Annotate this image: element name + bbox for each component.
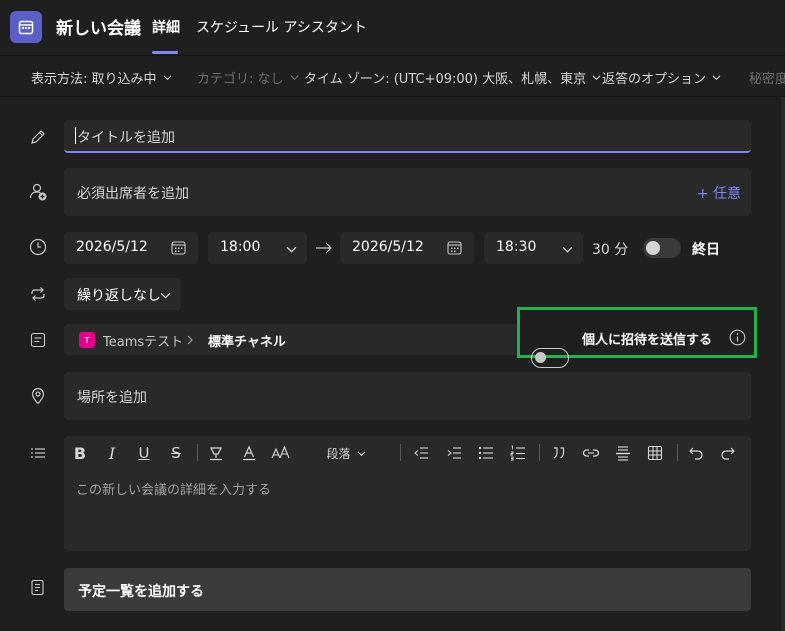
team-name: Teamsテスト — [103, 335, 184, 350]
team-avatar: T — [79, 332, 95, 348]
all-day-label: 終日 — [692, 242, 720, 258]
attendees-input[interactable]: 必須出席者を追加 + 任意 — [64, 168, 751, 216]
font-color-icon[interactable] — [239, 441, 259, 465]
calendar-icon — [447, 241, 462, 255]
quote-icon[interactable] — [549, 441, 569, 465]
redo-icon[interactable] — [718, 441, 738, 465]
start-date-picker[interactable]: 2026/5/12 — [64, 232, 198, 264]
chevron-down-icon — [712, 75, 721, 81]
end-date-picker[interactable]: 2026/5/12 — [340, 232, 474, 264]
title-placeholder: タイトルを追加 — [77, 130, 175, 146]
toolbar-divider — [539, 444, 540, 461]
location-placeholder: 場所を追加 — [77, 390, 147, 406]
channel-icon — [28, 330, 48, 350]
timezone-label: タイム ゾーン: (UTC+09:00) 大阪、札幌、東京 — [304, 72, 587, 87]
active-tab-indicator — [152, 51, 178, 54]
page-title: 新しい会議 — [56, 19, 141, 39]
increase-indent-icon[interactable] — [444, 441, 464, 465]
chevron-down-icon — [562, 246, 573, 253]
paragraph-style-dropdown[interactable]: 段落 — [318, 441, 374, 465]
undo-icon[interactable] — [686, 441, 706, 465]
clock-icon — [28, 237, 48, 257]
response-options-label: 返答のオプション — [602, 72, 707, 87]
horizontal-rule-icon[interactable] — [613, 441, 633, 465]
toolbar-divider — [677, 444, 678, 461]
end-date-value: 2026/5/12 — [352, 239, 424, 255]
link-icon[interactable] — [581, 441, 601, 465]
timezone-dropdown[interactable]: タイム ゾーン: (UTC+09:00) 大阪、札幌、東京 — [304, 68, 601, 87]
details-placeholder: この新しい会議の詳細を入力する — [76, 483, 272, 498]
attendees-placeholder: 必須出席者を追加 — [77, 186, 189, 202]
add-agenda-label: 予定一覧を追加する — [78, 584, 204, 600]
location-input[interactable]: 場所を追加 — [64, 372, 751, 420]
list-details-icon — [28, 443, 48, 463]
toggle-knob — [535, 352, 546, 363]
calendar-app-icon — [10, 11, 42, 43]
italic-icon[interactable]: I — [102, 441, 122, 465]
category-dropdown[interactable]: カテゴリ: なし — [197, 68, 299, 87]
tab-details[interactable]: 詳細 — [152, 17, 180, 37]
chevron-down-icon — [357, 450, 365, 456]
chevron-down-icon — [160, 292, 171, 299]
calendar-icon — [171, 241, 186, 255]
all-day-toggle[interactable] — [643, 238, 681, 258]
chevron-right-icon — [187, 335, 193, 345]
info-icon[interactable] — [729, 329, 746, 346]
privacy-label: 秘密度 — [749, 72, 785, 87]
chevron-down-icon — [286, 246, 297, 253]
start-time-dropdown[interactable]: 18:00 — [208, 232, 307, 264]
show-as-dropdown[interactable]: 表示方法: 取り込み中 — [31, 68, 172, 87]
agenda-icon — [28, 578, 48, 598]
chevron-down-icon — [290, 75, 298, 81]
start-date-value: 2026/5/12 — [76, 239, 148, 255]
channel-name: 標準チャネル — [208, 335, 286, 350]
start-time-value: 18:00 — [220, 239, 261, 255]
send-invite-toggle[interactable] — [531, 348, 569, 368]
toggle-knob — [646, 241, 660, 255]
highlight-icon[interactable] — [206, 441, 226, 465]
end-time-value: 18:30 — [496, 239, 537, 255]
decrease-indent-icon[interactable] — [411, 441, 431, 465]
underline-icon[interactable]: U — [134, 441, 154, 465]
add-agenda-button[interactable]: 予定一覧を追加する — [64, 568, 751, 611]
chevron-down-icon — [592, 75, 601, 81]
optional-attendees-link[interactable]: + 任意 — [697, 183, 741, 203]
send-invite-label: 個人に招待を送信する — [582, 333, 713, 348]
response-options-dropdown[interactable]: 返答のオプション — [602, 68, 721, 87]
show-as-label: 表示方法: 取り込み中 — [31, 72, 157, 87]
category-label: カテゴリ: なし — [197, 72, 284, 87]
title-input[interactable]: タイトルを追加 — [64, 120, 751, 153]
chevron-down-icon — [163, 75, 171, 81]
duration-label: 30 分 — [592, 242, 629, 258]
table-icon[interactable] — [645, 441, 665, 465]
arrow-right-icon — [316, 242, 332, 254]
numbered-list-icon[interactable] — [508, 441, 528, 465]
strikethrough-icon[interactable]: S — [166, 441, 186, 465]
toolbar-divider — [400, 444, 401, 461]
repeat-icon — [28, 284, 48, 304]
add-person-icon — [28, 182, 48, 202]
location-icon — [28, 386, 48, 406]
toolbar-divider — [197, 444, 198, 461]
pencil-icon — [28, 127, 48, 147]
bulleted-list-icon[interactable] — [476, 441, 496, 465]
paragraph-style-label: 段落 — [326, 446, 351, 461]
tab-scheduling-assistant[interactable]: スケジュール アシスタント — [196, 17, 367, 37]
bold-icon[interactable]: B — [70, 441, 90, 465]
privacy-dropdown[interactable]: 秘密度 — [749, 68, 785, 87]
text-cursor — [75, 127, 76, 144]
recurrence-dropdown[interactable]: 繰り返しなし — [64, 278, 181, 310]
recurrence-value: 繰り返しなし — [77, 288, 161, 304]
scrollbar[interactable] — [781, 97, 785, 631]
font-size-icon[interactable] — [270, 441, 292, 465]
end-time-dropdown[interactable]: 18:30 — [484, 232, 583, 264]
